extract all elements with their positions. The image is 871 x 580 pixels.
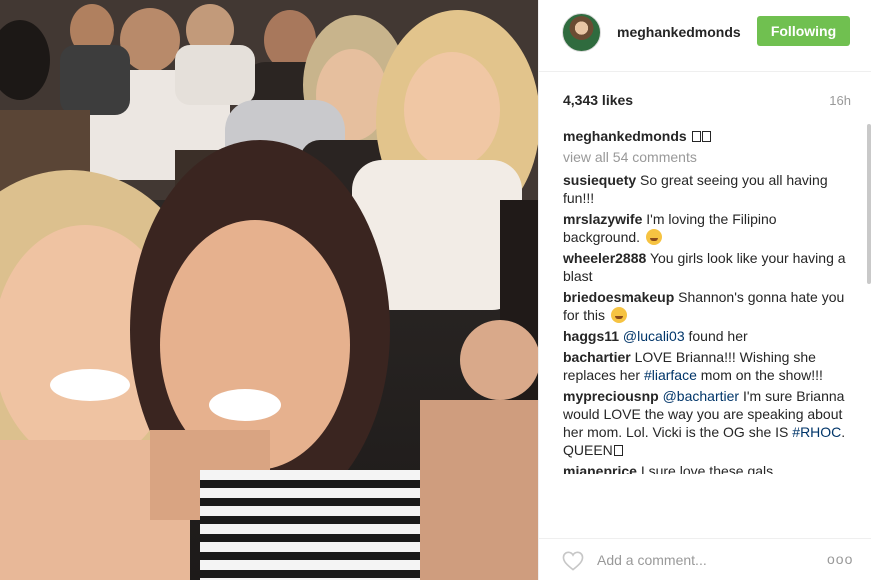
comment-text: I sure love these gals: [640, 463, 774, 474]
glyph-box: [701, 131, 711, 142]
comment-text: mom on the show!!!: [700, 367, 823, 383]
post-footer: ooo: [539, 538, 871, 580]
comment-item: bachartier LOVE Brianna!!! Wishing she r…: [563, 348, 853, 384]
comment-username[interactable]: bachartier: [563, 349, 631, 365]
add-comment-input[interactable]: [597, 549, 807, 571]
comments-scrollbar[interactable]: [867, 124, 871, 528]
comment-text: found her: [688, 328, 748, 344]
comment-username[interactable]: briedoesmakeup: [563, 289, 674, 305]
glyph-box: [691, 131, 701, 142]
scrollbar-thumb[interactable]: [867, 124, 871, 284]
instagram-post: meghankedmonds Following 4,343 likes 16h…: [0, 0, 871, 580]
glyph-box: [613, 445, 623, 456]
comment-hashtag[interactable]: #RHOC: [792, 424, 841, 440]
comment-item: mianeprice I sure love these gals: [563, 462, 853, 474]
laughing-emoji-icon: [645, 229, 662, 245]
following-button[interactable]: Following: [757, 16, 850, 46]
comment-item: mrslazywife I'm loving the Filipino back…: [563, 210, 853, 246]
post-side-panel: meghankedmonds Following 4,343 likes 16h…: [538, 0, 871, 580]
comment-mention[interactable]: @lucali03: [623, 328, 685, 344]
comment-username[interactable]: haggs11: [563, 328, 619, 344]
comment-username[interactable]: wheeler2888: [563, 250, 646, 266]
post-photo[interactable]: [0, 0, 538, 580]
comment-item: susiequety So great seeing you all havin…: [563, 171, 853, 207]
comments-list: meghankedmonds view all 54 comments susi…: [563, 127, 853, 527]
caption-username[interactable]: meghankedmonds: [563, 128, 687, 144]
winking-tongue-emoji-icon: [610, 307, 627, 323]
comment-item: wheeler2888 You girls look like your hav…: [563, 249, 853, 285]
likes-count[interactable]: 4,343 likes: [563, 92, 633, 108]
post-header: meghankedmonds Following: [539, 0, 871, 72]
caption: meghankedmonds: [563, 127, 853, 145]
post-meta: 4,343 likes 16h: [563, 90, 851, 110]
view-all-comments-link[interactable]: view all 54 comments: [563, 148, 853, 166]
ellipsis-icon[interactable]: ooo: [827, 551, 853, 567]
comment-item: haggs11 @lucali03 found her: [563, 327, 853, 345]
comment-username[interactable]: mypreciousnp: [563, 388, 659, 404]
heart-outline-icon[interactable]: [562, 551, 584, 571]
comment-hashtag[interactable]: #liarface: [644, 367, 697, 383]
comment-item: mypreciousnp @bachartier I'm sure Briann…: [563, 387, 853, 459]
comment-username[interactable]: mianeprice: [563, 463, 637, 474]
header-username[interactable]: meghankedmonds: [617, 24, 741, 40]
comment-item: briedoesmakeup Shannon's gonna hate you …: [563, 288, 853, 324]
selfie-image: [0, 0, 538, 580]
post-timestamp[interactable]: 16h: [829, 93, 851, 108]
comment-mention[interactable]: @bachartier: [663, 388, 739, 404]
avatar[interactable]: [562, 13, 601, 52]
comment-username[interactable]: mrslazywife: [563, 211, 642, 227]
comment-username[interactable]: susiequety: [563, 172, 636, 188]
